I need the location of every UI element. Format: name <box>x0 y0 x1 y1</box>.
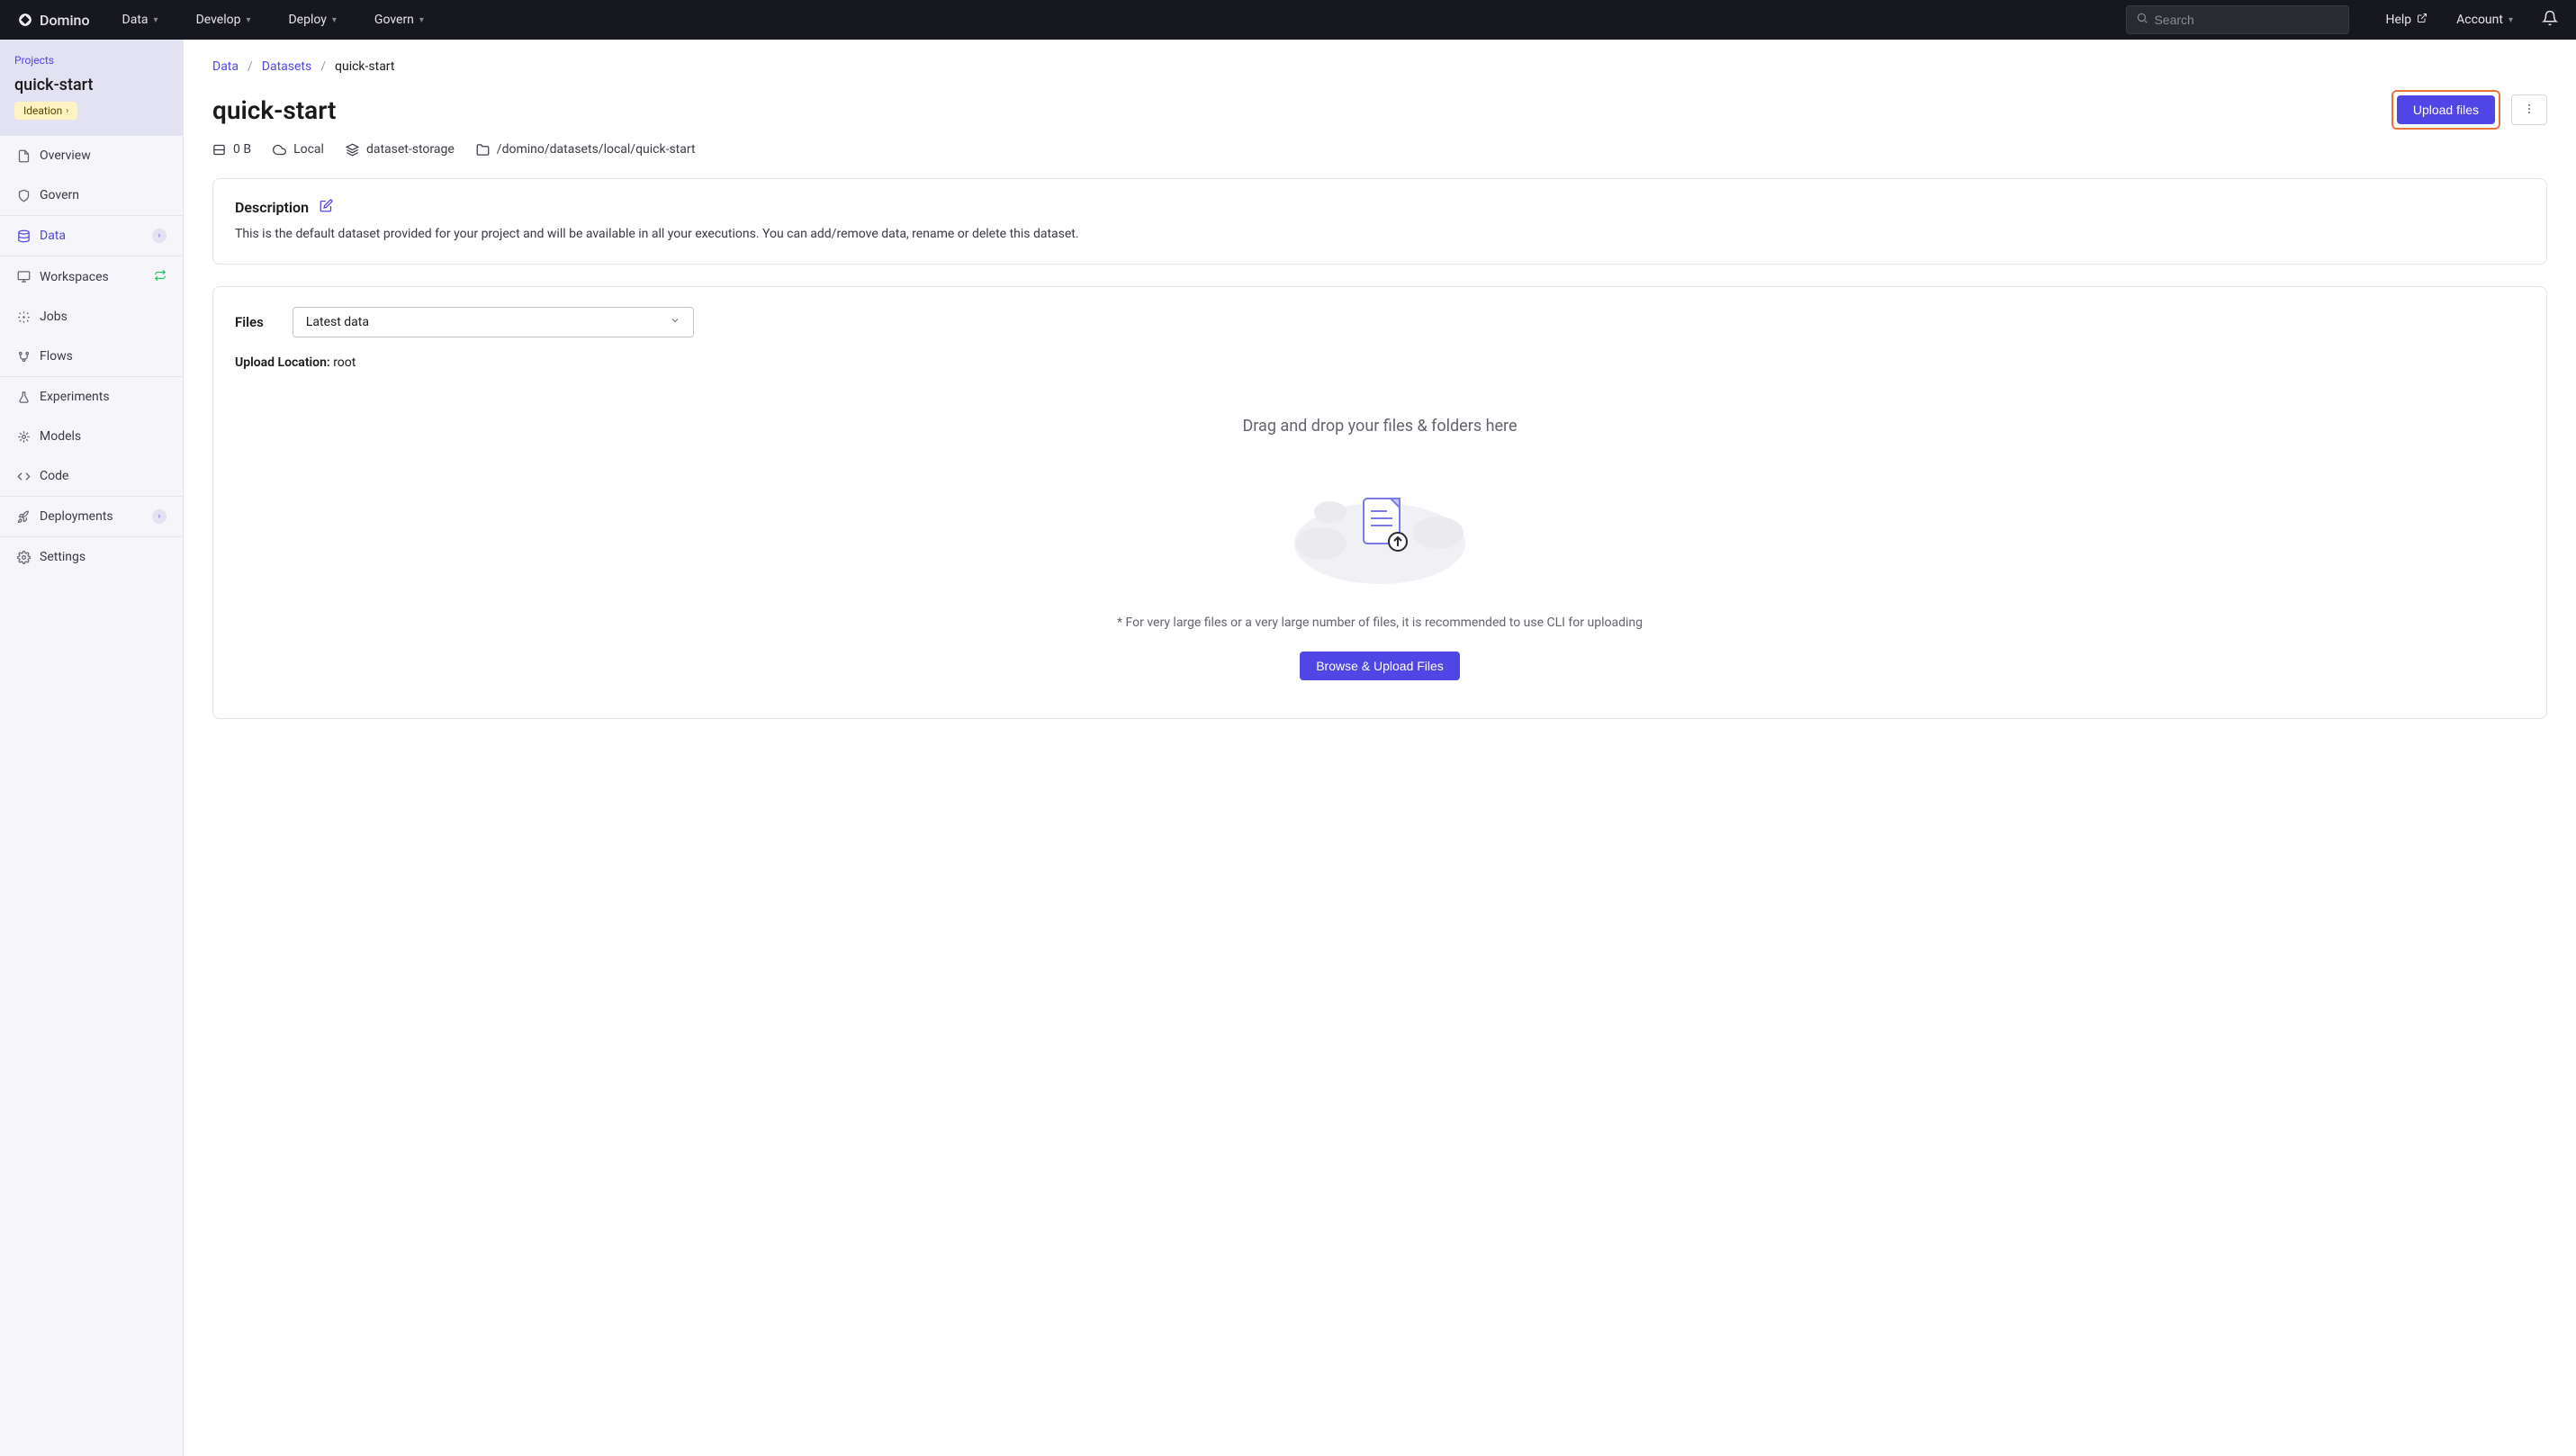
flask-icon <box>16 390 31 404</box>
description-card: Description This is the default dataset … <box>212 178 2547 265</box>
breadcrumb-separator: / <box>248 59 253 74</box>
description-text: This is the default dataset provided for… <box>235 225 2525 244</box>
chevron-down-icon: ▾ <box>419 15 424 25</box>
top-nav: Domino Data ▾ Develop ▾ Deploy ▾ Govern … <box>0 0 2576 40</box>
file-icon <box>16 148 31 163</box>
sidebar-item-jobs[interactable]: Jobs <box>0 297 183 337</box>
upload-files-button[interactable]: Upload files <box>2397 95 2495 124</box>
chevron-down-icon: ▾ <box>2508 15 2513 25</box>
help-link[interactable]: Help <box>2385 13 2427 27</box>
meta-location: Local <box>273 142 324 157</box>
sidebar-item-deployments[interactable]: Deployments › <box>0 497 183 537</box>
upload-highlight: Upload files <box>2391 90 2500 130</box>
branch-icon <box>16 349 31 364</box>
bell-icon[interactable] <box>2542 10 2558 30</box>
files-label: Files <box>235 314 264 330</box>
snapshot-select[interactable]: Latest data <box>293 307 694 337</box>
files-card: Files Latest data Upload Location: root … <box>212 286 2547 719</box>
dropzone-illustration <box>1281 463 1479 589</box>
nav-menu: Data ▾ Develop ▾ Deploy ▾ Govern ▾ <box>122 13 424 27</box>
page-header: quick-start Upload files <box>212 90 2547 130</box>
chevron-down-icon <box>670 315 680 329</box>
brand-logo[interactable]: Domino <box>18 12 90 29</box>
account-menu[interactable]: Account ▾ <box>2456 13 2513 27</box>
projects-link[interactable]: Projects <box>14 54 168 67</box>
meta-size: 0 B <box>212 142 251 157</box>
cloud-icon <box>273 143 286 157</box>
edit-icon[interactable] <box>320 199 333 216</box>
description-header: Description <box>235 199 2525 216</box>
breadcrumb: Data / Datasets / quick-start <box>212 59 2547 74</box>
chevron-right-icon: › <box>152 509 167 524</box>
more-vertical-icon <box>2523 103 2535 118</box>
sidebar-header: Projects quick-start Ideation › <box>0 40 183 136</box>
sidebar-item-experiments[interactable]: Experiments <box>0 377 183 417</box>
stage-badge[interactable]: Ideation › <box>14 102 77 120</box>
search-icon <box>2136 12 2148 28</box>
chevron-down-icon: ▾ <box>154 15 158 25</box>
logo-icon <box>18 13 32 27</box>
search-input[interactable] <box>2154 13 2339 27</box>
sidebar: Projects quick-start Ideation › Overview… <box>0 40 184 1456</box>
sync-icon <box>154 269 167 284</box>
shield-icon <box>16 188 31 202</box>
monitor-icon <box>16 270 31 284</box>
dropzone-hint: * For very large files or a very large n… <box>235 616 2525 630</box>
more-actions-button[interactable] <box>2511 94 2547 125</box>
sidebar-item-overview[interactable]: Overview <box>0 136 183 175</box>
page-title: quick-start <box>212 95 336 125</box>
search-box[interactable] <box>2126 5 2349 34</box>
ai-icon <box>16 429 31 444</box>
sidebar-item-govern[interactable]: Govern <box>0 175 183 216</box>
code-icon <box>16 469 31 483</box>
breadcrumb-current: quick-start <box>335 59 394 74</box>
meta-path: /domino/datasets/local/quick-start <box>476 142 696 157</box>
chevron-down-icon: ▾ <box>246 15 250 25</box>
sparkle-icon <box>16 310 31 324</box>
dropzone[interactable]: Drag and drop your files & folders here <box>235 399 2525 698</box>
breadcrumb-datasets[interactable]: Datasets <box>262 59 311 74</box>
sidebar-item-code[interactable]: Code <box>0 456 183 497</box>
browse-upload-button[interactable]: Browse & Upload Files <box>1300 652 1460 680</box>
sidebar-item-data[interactable]: Data › <box>0 216 183 256</box>
folder-icon <box>476 143 490 157</box>
rocket-icon <box>16 509 31 524</box>
database-icon <box>16 229 31 243</box>
meta-storage: dataset-storage <box>346 142 455 157</box>
description-title: Description <box>235 199 309 216</box>
external-link-icon <box>2417 13 2427 27</box>
upload-location-value: root <box>333 355 356 370</box>
chevron-right-icon: › <box>66 106 68 116</box>
sidebar-menu: Overview Govern Data › Workspaces <box>0 136 183 577</box>
nav-item-data[interactable]: Data ▾ <box>122 13 158 27</box>
dropzone-title: Drag and drop your files & folders here <box>235 417 2525 436</box>
nav-item-develop[interactable]: Develop ▾ <box>196 13 251 27</box>
upload-location-label: Upload Location: <box>235 355 330 370</box>
sidebar-item-settings[interactable]: Settings <box>0 537 183 577</box>
gear-icon <box>16 550 31 564</box>
brand-name: Domino <box>40 12 90 29</box>
sidebar-item-workspaces[interactable]: Workspaces <box>0 256 183 297</box>
chevron-down-icon: ▾ <box>332 15 337 25</box>
header-actions: Upload files <box>2391 90 2547 130</box>
breadcrumb-data[interactable]: Data <box>212 59 239 74</box>
project-name: quick-start <box>14 76 168 94</box>
nav-item-govern[interactable]: Govern ▾ <box>374 13 424 27</box>
breadcrumb-separator: / <box>320 59 326 74</box>
sidebar-item-models[interactable]: Models <box>0 417 183 456</box>
upload-location: Upload Location: root <box>235 355 2525 370</box>
layers-icon <box>346 143 359 157</box>
meta-row: 0 B Local dataset-storage /domino/datase… <box>212 142 2547 157</box>
chevron-right-icon: › <box>152 229 167 243</box>
nav-item-deploy[interactable]: Deploy ▾ <box>288 13 336 27</box>
hard-drive-icon <box>212 143 226 157</box>
sidebar-item-flows[interactable]: Flows <box>0 337 183 377</box>
main-content: Data / Datasets / quick-start quick-star… <box>184 40 2576 1456</box>
files-header: Files Latest data <box>235 307 2525 337</box>
